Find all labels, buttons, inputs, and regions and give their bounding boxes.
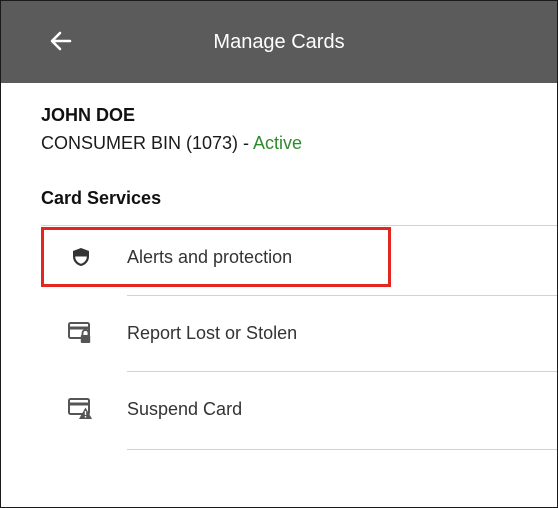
divider bbox=[127, 295, 557, 296]
card-label: CONSUMER BIN (1073) - bbox=[41, 133, 254, 153]
arrow-left-icon bbox=[50, 31, 72, 51]
divider bbox=[127, 371, 557, 372]
alerts-and-protection-item[interactable]: Alerts and protection bbox=[41, 227, 557, 287]
card-info: CONSUMER BIN (1073) - Active bbox=[41, 133, 302, 154]
menu-item-label: Report Lost or Stolen bbox=[127, 323, 298, 343]
cardholder-name: JOHN DOE bbox=[41, 105, 136, 125]
report-lost-or-stolen-item[interactable]: Report Lost or Stolen bbox=[41, 303, 557, 363]
card-status: Active bbox=[253, 133, 303, 153]
menu-item-label: Suspend Card bbox=[127, 399, 243, 419]
card-lock-icon bbox=[65, 315, 97, 351]
divider bbox=[127, 449, 557, 450]
page-title: Manage Cards bbox=[213, 31, 345, 53]
top-app-bar: Manage Cards bbox=[1, 1, 557, 83]
section-heading-card-services: Card Services bbox=[41, 188, 162, 208]
menu-item-label: Alerts and protection bbox=[127, 247, 293, 267]
divider bbox=[41, 225, 557, 226]
card-warning-icon bbox=[65, 391, 97, 427]
back-button[interactable] bbox=[39, 21, 83, 61]
suspend-card-item[interactable]: Suspend Card bbox=[41, 379, 557, 439]
shield-icon bbox=[65, 239, 97, 275]
app-screen: Manage Cards JOHN DOE CONSUMER BIN (1073… bbox=[0, 0, 558, 508]
